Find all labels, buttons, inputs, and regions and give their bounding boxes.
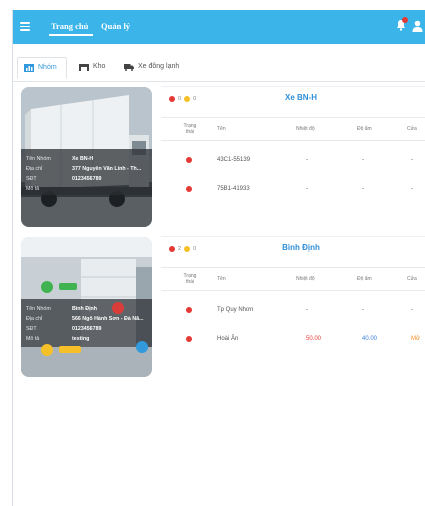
status-dot [186, 307, 192, 313]
status-dot [186, 157, 192, 163]
group-card: Tên Nhóm Bình Định Địa chỉ 566 Ngô Hành Sơ… [19, 236, 425, 377]
status-summary: 0 0 [169, 96, 196, 102]
truck-icon [124, 64, 134, 71]
col-temperature: Nhiệt độ [296, 276, 315, 282]
info-key: Địa chỉ [26, 316, 43, 322]
col-status: Trạng thái [183, 123, 197, 135]
tab-label: Xe đông lạnh [138, 63, 180, 70]
col-name: Tên [217, 276, 226, 282]
col-door: Cửa [407, 276, 417, 282]
device-name: Hoài Ân [217, 336, 239, 342]
group-info-overlay: Tên Nhóm Xe BN-H Địa chỉ 377 Nguyễn Văn Li… [21, 150, 152, 208]
info-value: 0123456789 [72, 326, 102, 332]
status-summary: 2 0 [169, 246, 196, 252]
info-value: Xe BN-H [72, 156, 94, 162]
group-card: Tên Nhóm Xe BN-H Địa chỉ 377 Nguyễn Văn Li… [19, 86, 425, 227]
group-info-overlay: Tên Nhóm Bình Định Địa chỉ 566 Ngô Hành Sơ… [21, 300, 152, 358]
info-key: Địa chỉ [26, 166, 43, 172]
info-value: 0123456789 [72, 176, 102, 182]
red-alarm-dot [169, 96, 175, 102]
tab-group[interactable]: Nhóm [17, 57, 67, 79]
table-row[interactable]: 43C1-55139 - - - [161, 146, 425, 174]
col-door: Cửa [407, 126, 417, 132]
table-header: Trạng thái Tên Nhiệt độ Độ ẩm Cửa [161, 117, 425, 141]
group-photo-warehouse: Tên Nhóm Bình Định Địa chỉ 566 Ngô Hành Sơ… [21, 237, 152, 377]
status-dot [186, 336, 192, 342]
top-navbar: Trang chủ Quản lý [13, 10, 425, 44]
device-temperature: 50.00 [306, 336, 322, 342]
nav-active-underline [49, 34, 93, 36]
notification-badge [402, 17, 408, 23]
table-header: Trạng thái Tên Nhiệt độ Độ ẩm Cửa [161, 267, 425, 291]
device-door: - [411, 157, 413, 163]
device-humidity: - [362, 157, 364, 163]
chart-icon [24, 64, 34, 72]
col-humidity: Độ ẩm [357, 276, 372, 282]
table-row[interactable]: 75B1-41933 - - - [161, 175, 425, 203]
nav-manage-link[interactable]: Quản lý [101, 21, 130, 31]
device-door: Mở [411, 336, 420, 342]
table-row[interactable]: Tp Quy Nhơn - - - [161, 296, 425, 324]
yellow-alarm-dot [184, 96, 191, 102]
red-alarm-dot [169, 246, 175, 252]
device-temperature: - [306, 186, 308, 192]
info-key: SĐT [26, 176, 37, 182]
table-row[interactable]: Hoài Ân 50.00 40.00 Mở [161, 325, 425, 353]
info-key: Tên Nhóm [26, 306, 51, 312]
device-humidity: - [362, 307, 364, 313]
info-key: Mô tả [26, 186, 40, 192]
info-value: 566 Ngô Hành Sơn - Đà Nẵ... [72, 316, 144, 322]
tab-label: Nhóm [38, 64, 57, 71]
col-humidity: Độ ẩm [357, 126, 372, 132]
col-name: Tên [217, 126, 226, 132]
device-temperature: - [306, 157, 308, 163]
tab-refrigerated-truck[interactable]: Xe đông lạnh [118, 57, 185, 79]
device-temperature: - [306, 307, 308, 313]
group-title[interactable]: Bình Định [251, 243, 351, 252]
info-key: Mô tả [26, 336, 40, 342]
status-dot [186, 186, 192, 192]
yellow-alarm-count: 0 [193, 246, 197, 252]
info-value: testing [72, 336, 90, 342]
nav-home-link[interactable]: Trang chủ [51, 21, 88, 31]
yellow-alarm-count: 0 [193, 96, 197, 102]
warehouse-icon [79, 64, 89, 71]
device-name: Tp Quy Nhơn [217, 307, 254, 313]
device-humidity: - [362, 186, 364, 192]
info-value: Bình Định [72, 306, 98, 312]
device-humidity: 40.00 [362, 336, 378, 342]
hamburger-menu-icon[interactable] [20, 22, 30, 31]
device-name: 75B1-41933 [217, 186, 250, 192]
info-key: Tên Nhóm [26, 156, 51, 162]
tab-bar: Nhóm Kho Xe đông lạnh [13, 44, 425, 82]
red-alarm-count: 0 [178, 96, 182, 102]
tab-warehouse[interactable]: Kho [73, 57, 111, 79]
group-photo-truck: Tên Nhóm Xe BN-H Địa chỉ 377 Nguyễn Văn Li… [21, 87, 152, 227]
col-status: Trạng thái [183, 273, 197, 285]
group-title[interactable]: Xe BN-H [251, 93, 351, 102]
red-alarm-count: 2 [178, 246, 182, 252]
yellow-alarm-dot [184, 246, 191, 252]
app-frame: Trang chủ Quản lý Nhóm Kho Xe đông lạnh … [12, 10, 425, 506]
device-panel: 2 0 Bình Định Trạng thái Tên Nhiệt độ Độ… [161, 236, 425, 377]
device-door: - [411, 307, 413, 313]
device-panel: 0 0 Xe BN-H Trạng thái Tên Nhiệt độ Độ ẩ… [161, 86, 425, 227]
tab-label: Kho [93, 63, 106, 70]
user-icon[interactable] [412, 20, 423, 32]
col-temperature: Nhiệt độ [296, 126, 315, 132]
info-key: SĐT [26, 326, 37, 332]
info-value: 377 Nguyễn Văn Linh - Th... [72, 166, 142, 172]
device-door: - [411, 186, 413, 192]
device-name: 43C1-55139 [217, 157, 251, 163]
